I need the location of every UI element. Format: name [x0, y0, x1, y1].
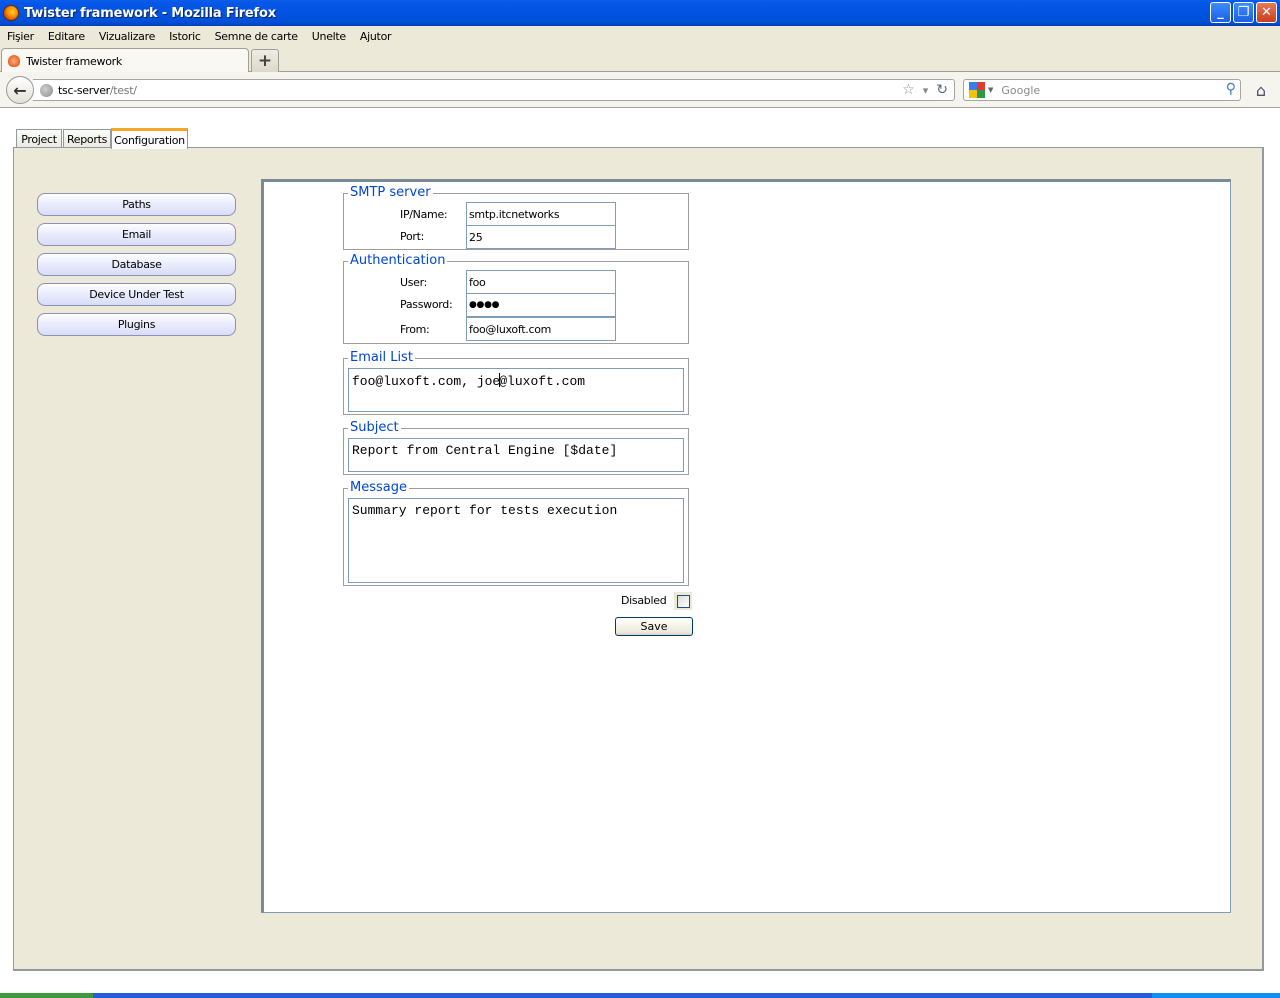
page-content: Project Reports Configuration Paths Emai… [0, 109, 1280, 993]
browser-tab-title: Twister framework [26, 54, 122, 68]
url-text: tsc-server/test/ [58, 84, 137, 97]
menu-editare[interactable]: Editare [41, 30, 92, 43]
back-arrow-icon: ← [13, 80, 27, 100]
smtp-server-group: SMTP server IP/Name: smtp.itcnetworks Po… [343, 185, 689, 250]
search-input[interactable]: Google [1001, 84, 1040, 97]
menu-ajutor[interactable]: Ajutor [353, 30, 398, 43]
user-input[interactable]: foo [466, 270, 616, 294]
email-config-frame: SMTP server IP/Name: smtp.itcnetworks Po… [261, 179, 1231, 913]
minimize-icon: _ [1217, 5, 1224, 20]
start-button[interactable] [0, 993, 93, 998]
menu-semne-de-carte[interactable]: Semne de carte [208, 30, 305, 43]
home-button[interactable]: ⌂ [1252, 80, 1270, 100]
email-list-text-after-caret: @luxoft.com [499, 374, 586, 389]
from-input[interactable]: foo@luxoft.com [466, 317, 616, 341]
user-label: User: [400, 276, 428, 289]
message-textarea[interactable]: Summary report for tests execution [348, 498, 684, 583]
navigation-toolbar: tsc-server/test/ ☆ ▾ ↻ ← ▼ Google ⚲ ⌂ [0, 72, 1280, 108]
tab-reports[interactable]: Reports [63, 129, 111, 148]
port-input[interactable]: 25 [466, 225, 616, 249]
sidebar-item-email[interactable]: Email [37, 223, 236, 246]
menu-unelte[interactable]: Unelte [305, 30, 353, 43]
window-titlebar: Twister framework - Mozilla Firefox _ ❐ … [0, 0, 1280, 26]
smtp-server-legend: SMTP server [348, 185, 433, 200]
subject-group: Subject Report from Central Engine [$dat… [343, 420, 689, 475]
browser-tab[interactable]: Twister framework [1, 48, 249, 73]
reload-icon[interactable]: ↻ [936, 82, 948, 98]
restore-button[interactable]: ❐ [1233, 2, 1254, 23]
menu-vizualizare[interactable]: Vizualizare [92, 30, 162, 43]
subject-input[interactable]: Report from Central Engine [$date] [348, 438, 684, 472]
url-path: /test/ [109, 83, 137, 97]
back-button[interactable]: ← [6, 76, 34, 104]
message-group: Message Summary report for tests executi… [343, 480, 689, 586]
menu-istoric[interactable]: Istoric [162, 30, 208, 43]
authentication-group: Authentication User: foo Password: ●●●● … [343, 253, 689, 344]
google-engine-icon[interactable] [969, 82, 985, 98]
tab-configuration[interactable]: Configuration [111, 128, 188, 149]
port-label: Port: [400, 230, 425, 243]
search-engine-dropdown-icon[interactable]: ▼ [988, 86, 993, 94]
email-list-textarea[interactable]: foo@luxoft.com, joe@luxoft.com [348, 368, 684, 412]
close-icon: ✕ [1261, 5, 1272, 20]
minimize-button[interactable]: _ [1210, 2, 1231, 23]
window-title: Twister framework - Mozilla Firefox [24, 5, 276, 21]
close-window-button[interactable]: ✕ [1256, 2, 1277, 23]
globe-icon [40, 83, 53, 97]
search-bar[interactable]: ▼ Google ⚲ [963, 79, 1241, 101]
magnifier-icon[interactable]: ⚲ [1226, 81, 1236, 97]
history-dropdown-icon[interactable]: ▾ [923, 84, 929, 97]
system-tray [1152, 993, 1280, 998]
password-input[interactable]: ●●●● [466, 293, 616, 317]
browser-tabstrip: Twister framework + [0, 46, 1280, 73]
email-list-group: Email List foo@luxoft.com, joe@luxoft.co… [343, 350, 689, 415]
subject-legend: Subject [348, 420, 401, 435]
plus-icon: + [257, 51, 273, 71]
sidebar-item-database[interactable]: Database [37, 253, 236, 276]
tab-project[interactable]: Project [16, 129, 62, 148]
ip-name-input[interactable]: smtp.itcnetworks [466, 202, 616, 226]
ip-name-label: IP/Name: [400, 208, 448, 221]
authentication-legend: Authentication [348, 253, 448, 268]
save-button[interactable]: Save [615, 617, 693, 636]
configuration-panel: Paths Email Database Device Under Test P… [13, 147, 1264, 971]
menubar: Fişier Editare Vizualizare Istoric Semne… [0, 26, 1280, 46]
sidebar-item-paths[interactable]: Paths [37, 193, 236, 216]
url-host: tsc-server [58, 83, 110, 97]
firefox-logo-icon [3, 5, 19, 21]
sidebar-item-device-under-test[interactable]: Device Under Test [37, 283, 236, 306]
email-list-text-before-caret: foo@luxoft.com, joe [352, 374, 501, 389]
disabled-checkbox-wrap [674, 592, 692, 610]
email-list-legend: Email List [348, 350, 415, 365]
home-icon: ⌂ [1255, 80, 1267, 100]
bookmark-star-icon[interactable]: ☆ [902, 82, 915, 98]
windows-taskbar [0, 993, 1280, 998]
twister-favicon-icon [8, 55, 20, 67]
menu-fisier[interactable]: Fişier [0, 30, 41, 43]
new-tab-button[interactable]: + [251, 49, 279, 72]
url-bar[interactable]: tsc-server/test/ ☆ ▾ ↻ [33, 79, 955, 101]
sidebar-item-plugins[interactable]: Plugins [37, 313, 236, 336]
password-label: Password: [400, 298, 453, 311]
disabled-checkbox[interactable] [676, 594, 690, 608]
from-label: From: [400, 323, 430, 336]
disabled-label: Disabled [621, 594, 667, 607]
restore-icon: ❐ [1237, 5, 1250, 20]
message-legend: Message [348, 480, 409, 495]
